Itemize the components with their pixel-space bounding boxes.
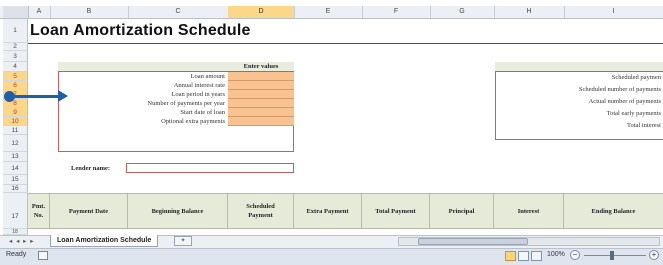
new-sheet-icon[interactable]: ✦	[174, 236, 192, 246]
loan-period-input[interactable]	[228, 90, 294, 99]
spreadsheet-window: A B C D E F G H I 1 2 3 4 5 6 7 8 9 10 1…	[0, 0, 663, 265]
column-header-b[interactable]: B	[50, 6, 129, 18]
zoom-level[interactable]: 100%	[547, 251, 565, 258]
summary-scheduled-number-of-payments: Scheduled number of payments	[578, 86, 661, 93]
page-layout-icon[interactable]	[518, 251, 529, 261]
column-header-i[interactable]: I	[564, 6, 663, 18]
normal-view-icon[interactable]	[505, 251, 516, 261]
interest-rate-input[interactable]	[228, 81, 294, 90]
lender-name-label: Lender name:	[71, 165, 111, 172]
column-header-d[interactable]: D	[228, 6, 295, 18]
pointer-arrow-shaft	[12, 95, 60, 98]
sheet-tab-loan-amortization[interactable]: Loan Amortization Schedule	[50, 235, 159, 247]
header-interest: Interest	[494, 193, 564, 229]
header-scheduled-payment: Scheduled Payment	[228, 193, 294, 229]
field-label-loan-amount: Loan amount	[190, 73, 225, 80]
summary-total-early-payments: Total early payments	[606, 110, 661, 117]
header-payment-number: Pmt. No.	[28, 193, 50, 229]
status-ready: Ready	[6, 251, 27, 258]
column-header-g[interactable]: G	[430, 6, 495, 18]
row-header-9[interactable]: 9	[3, 108, 28, 117]
horizontal-scroll-thumb[interactable]	[418, 238, 528, 245]
input-values-header: Enter values	[243, 63, 279, 70]
loan-amount-input[interactable]	[228, 72, 294, 81]
row-header-15[interactable]: 15	[3, 175, 28, 185]
summary-header-band	[495, 62, 663, 72]
start-date-input[interactable]	[228, 108, 294, 117]
header-ending-balance: Ending Balance	[591, 207, 636, 215]
payments-per-year-input[interactable]	[228, 99, 294, 108]
row-header-4[interactable]: 4	[3, 62, 28, 72]
row-header-12[interactable]: 12	[3, 135, 28, 152]
zoom-slider-track[interactable]	[584, 255, 646, 256]
row-header-1[interactable]: 1	[3, 19, 28, 43]
zoom-out-icon[interactable]: −	[570, 250, 580, 260]
row-header-5[interactable]: 5	[3, 72, 28, 81]
row-header-10[interactable]: 10	[3, 117, 28, 126]
row-header-17[interactable]: 17	[3, 193, 28, 229]
lender-name-input[interactable]	[126, 163, 294, 173]
row-header-14[interactable]: 14	[3, 162, 28, 175]
row-header-2[interactable]: 2	[3, 43, 28, 51]
summary-scheduled-payment: Scheduled paymen	[611, 74, 661, 81]
page-break-icon[interactable]	[531, 251, 542, 261]
extra-payments-input[interactable]	[228, 117, 294, 126]
column-header-a[interactable]: A	[28, 6, 51, 18]
title-underline	[28, 43, 663, 44]
header-payment-date: Payment Date	[50, 193, 128, 229]
row-header-13[interactable]: 13	[3, 152, 28, 162]
field-label-loan-period: Loan period in years	[171, 91, 225, 98]
zoom-in-icon[interactable]: +	[649, 250, 659, 260]
column-header-h[interactable]: H	[494, 6, 565, 18]
column-header-f[interactable]: F	[362, 6, 431, 18]
row-header-3[interactable]: 3	[3, 51, 28, 62]
header-beginning-balance: Beginning Balance	[128, 193, 228, 229]
summary-total-interest: Total interest	[626, 122, 661, 129]
field-label-interest-rate: Annual interest rate	[173, 82, 225, 89]
sheet-nav-arrows[interactable]: ◂ ◂ ▸ ▸	[9, 237, 34, 245]
row-header-16[interactable]: 16	[3, 185, 28, 193]
header-principal: Principal	[430, 193, 494, 229]
column-header-e[interactable]: E	[294, 6, 363, 18]
column-header-c[interactable]: C	[128, 6, 229, 18]
row-header-11[interactable]: 11	[3, 126, 28, 135]
field-label-start-date: Start date of loan	[180, 109, 225, 116]
select-all-corner[interactable]	[3, 6, 29, 18]
pointer-arrow-icon	[58, 90, 68, 102]
field-label-extra-payments: Optional extra payments	[161, 118, 225, 125]
page-title: Loan Amortization Schedule	[30, 22, 251, 39]
macro-record-icon[interactable]	[38, 251, 48, 260]
summary-actual-number-of-payments: Actual number of payments	[588, 98, 661, 105]
zoom-slider-thumb[interactable]	[610, 251, 614, 260]
header-extra-payment: Extra Payment	[294, 193, 362, 229]
field-label-payments-per-year: Number of payments per year	[147, 100, 225, 107]
row-header-6[interactable]: 6	[3, 81, 28, 90]
header-total-payment: Total Payment	[362, 193, 430, 229]
